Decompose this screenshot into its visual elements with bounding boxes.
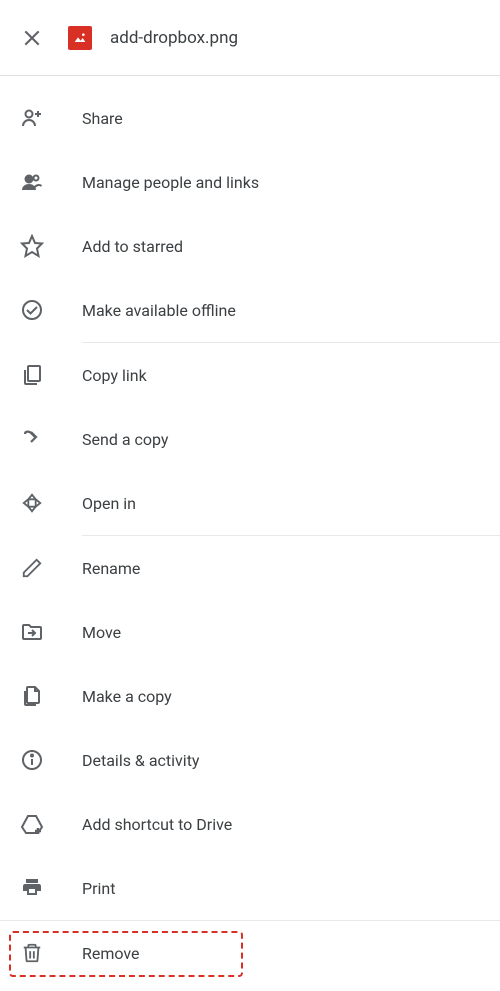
copy-icon <box>20 684 44 708</box>
print-label: Print <box>82 879 115 898</box>
trash-icon <box>20 941 44 965</box>
send-copy-item[interactable]: Send a copy <box>0 407 500 471</box>
offline-label: Make available offline <box>82 301 236 320</box>
details-item[interactable]: Details & activity <box>0 728 500 792</box>
rename-label: Rename <box>82 559 140 578</box>
send-copy-label: Send a copy <box>82 430 168 449</box>
print-icon <box>20 876 44 900</box>
close-icon <box>22 28 42 48</box>
file-name: add-dropbox.png <box>110 28 238 48</box>
offline-item[interactable]: Make available offline <box>0 278 500 342</box>
open-in-label: Open in <box>82 494 136 513</box>
manage-people-item[interactable]: Manage people and links <box>0 150 500 214</box>
rename-item[interactable]: Rename <box>0 536 500 600</box>
share-item[interactable]: Share <box>0 86 500 150</box>
image-file-icon <box>68 26 92 50</box>
open-in-item[interactable]: Open in <box>0 471 500 535</box>
send-icon <box>20 427 44 451</box>
add-starred-item[interactable]: Add to starred <box>0 214 500 278</box>
manage-people-label: Manage people and links <box>82 173 259 192</box>
copy-link-icon <box>20 363 44 387</box>
share-label: Share <box>82 109 123 128</box>
people-icon <box>20 170 44 194</box>
print-item[interactable]: Print <box>0 856 500 920</box>
move-icon <box>20 620 44 644</box>
add-shortcut-label: Add shortcut to Drive <box>82 815 232 834</box>
star-icon <box>20 234 44 258</box>
remove-item[interactable]: Remove <box>0 921 500 985</box>
copy-link-label: Copy link <box>82 366 147 385</box>
details-label: Details & activity <box>82 751 200 770</box>
file-info: add-dropbox.png <box>68 26 238 50</box>
add-starred-label: Add to starred <box>82 237 183 256</box>
header: add-dropbox.png <box>0 0 500 76</box>
move-item[interactable]: Move <box>0 600 500 664</box>
share-icon <box>20 106 44 130</box>
make-copy-label: Make a copy <box>82 687 172 706</box>
close-button[interactable] <box>20 26 44 50</box>
info-icon <box>20 748 44 772</box>
move-label: Move <box>82 623 121 642</box>
actions-menu: Share Manage people and links Add to sta… <box>0 76 500 985</box>
copy-link-item[interactable]: Copy link <box>0 343 500 407</box>
pencil-icon <box>20 556 44 580</box>
add-shortcut-item[interactable]: Add shortcut to Drive <box>0 792 500 856</box>
make-copy-item[interactable]: Make a copy <box>0 664 500 728</box>
offline-icon <box>20 298 44 322</box>
drive-shortcut-icon <box>20 812 44 836</box>
open-in-icon <box>20 491 44 515</box>
remove-label: Remove <box>82 944 140 963</box>
